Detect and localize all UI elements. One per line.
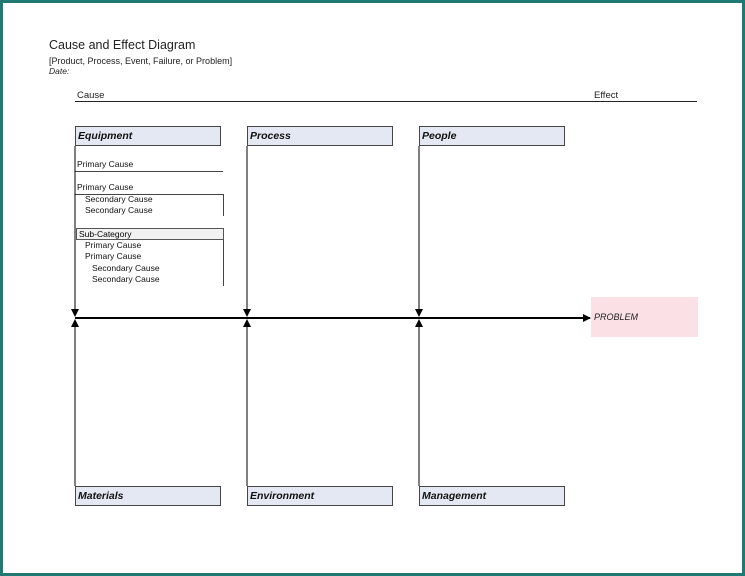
diagram-lines bbox=[71, 146, 591, 486]
diagram-page: Cause and Effect Diagram [Product, Proce… bbox=[3, 3, 742, 573]
